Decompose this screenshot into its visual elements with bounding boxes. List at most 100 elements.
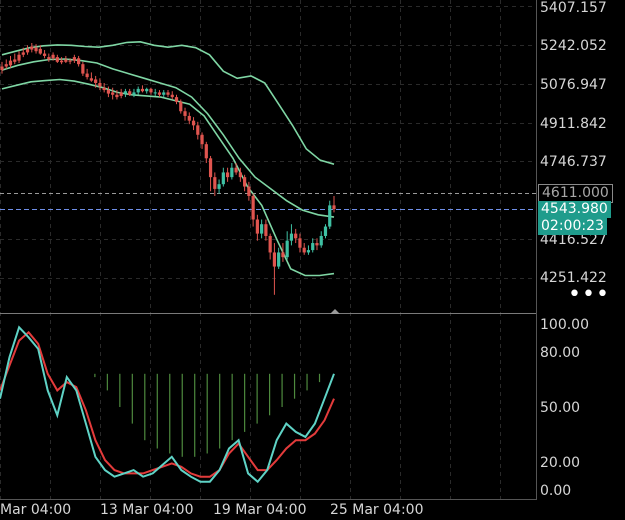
candle-body [81,64,85,74]
time-axis: Mar 04:00 13 Mar 04:00 19 Mar 04:00 25 M… [0,502,423,518]
candle-body [332,205,336,210]
bollinger-bands [1,40,335,277]
osc-tick-label: 100.00 [540,317,589,333]
candle-body [132,92,136,95]
chart-window: 5407.157 5242.052 5076.947 4911.842 4746… [0,0,625,520]
candle-body [208,158,213,178]
candle-body [13,59,17,62]
candle-body [243,177,247,187]
candle-body [302,247,306,253]
time-tick-label: 13 Mar 04:00 [100,502,193,518]
candle-body [196,125,200,135]
current-price-tag: 4543.980 [538,201,611,218]
candle-body [102,87,106,91]
osc-tick-label: 20.00 [540,455,580,471]
candle-body [145,88,149,92]
price-tick-label: 5076.947 [540,77,607,93]
candle-body [0,66,4,71]
candle-body [153,92,157,94]
candle-body [68,60,72,62]
candle-body [89,78,93,81]
candle-body [106,90,111,94]
candle-body [51,54,55,59]
candle-body [247,186,251,196]
candle-body [179,101,183,112]
osc-tick-label: 80.00 [540,345,580,361]
candle-body [140,88,145,92]
candle-body [166,92,170,95]
more-options-icon[interactable]: ••• [568,284,610,306]
candle-body [213,177,217,189]
osc-tick-label: 50.00 [540,400,580,416]
candle-body [38,48,42,54]
candle-body [315,243,319,246]
candle-body [187,115,191,121]
candle-body [217,184,221,189]
candle-body [85,73,89,78]
candle-body [221,172,225,185]
candle-body [149,88,153,93]
candle-body [285,240,289,258]
candle-body [328,205,332,227]
candle-body [4,64,8,67]
candle-body [234,167,238,173]
candle-body [255,219,259,234]
candle-body [17,54,21,61]
candle-body [281,252,285,258]
candle-body [59,60,64,63]
candle-body [268,235,272,253]
candle-body [119,92,123,96]
candle-body [111,92,115,95]
candle-body [94,79,98,83]
candle-body [25,48,30,53]
candle-body [298,238,302,248]
candle-body [21,52,25,55]
candle-body [77,58,81,65]
candle-body [8,60,13,66]
candle-body [272,252,277,267]
candle-body [323,226,328,236]
candle-body [183,111,187,116]
price-tick-label: 4911.842 [540,116,607,132]
time-tick-label: 25 Mar 04:00 [330,502,423,518]
candle-body [225,172,230,178]
candle-body [98,82,102,87]
candle-body [238,172,242,178]
scroll-marker-icon [330,309,340,314]
candle-body [47,57,51,60]
candle-body [34,47,38,52]
candle-body [204,144,208,159]
candle-body [260,224,264,234]
candle-body [157,92,162,95]
candle-body [251,195,255,220]
candle-body [128,91,132,95]
candlestick-chart[interactable]: 5407.157 5242.052 5076.947 4911.842 4746… [0,0,625,520]
candle-body [162,92,166,95]
band-lower-line [1,78,335,277]
candle-body [55,57,59,62]
candle-body [123,91,128,94]
price-tick-label: 4746.737 [540,154,607,170]
candle-body [170,94,174,98]
countdown-tag: 02:00:23 [538,218,607,235]
candle-body [294,233,298,239]
candle-body [264,224,268,236]
price-axis: 5407.157 5242.052 5076.947 4911.842 4746… [540,0,607,499]
candle-body [42,53,47,56]
candle-body [306,250,311,253]
candle-body [136,88,140,93]
candle-body [277,252,281,267]
candle-body [174,97,179,102]
candle-body [72,57,76,61]
candle-body [230,167,234,178]
candle-body [30,46,34,50]
candle-body [289,233,294,241]
time-tick-label: 19 Mar 04:00 [213,502,306,518]
grid [0,0,537,500]
candle-body [319,235,323,246]
candle-body [311,243,315,251]
candle-body [200,134,204,145]
candle-body [191,120,196,126]
candle-body [64,59,68,62]
candle-body [115,94,119,98]
